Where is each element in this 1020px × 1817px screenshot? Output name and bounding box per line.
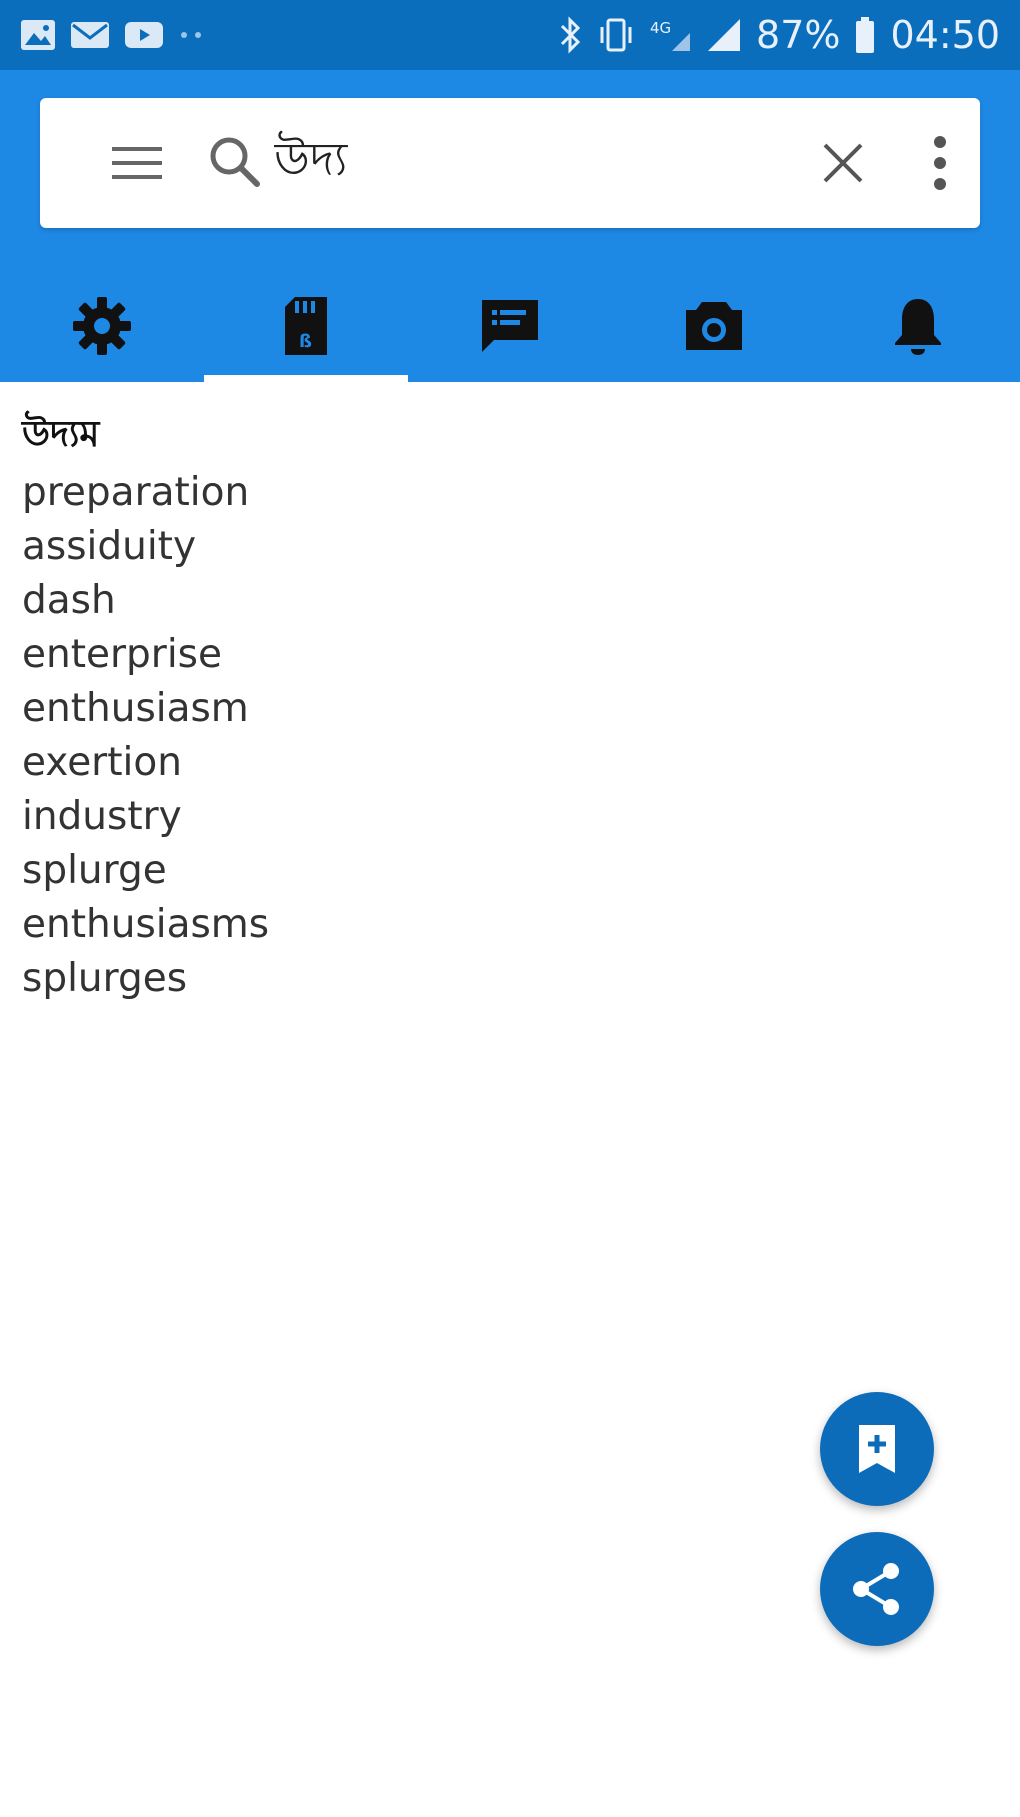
battery-icon bbox=[854, 16, 876, 54]
hamburger-menu-icon bbox=[112, 147, 162, 179]
tab-notifications[interactable] bbox=[816, 270, 1020, 382]
bluetooth-icon bbox=[558, 15, 584, 55]
search-bar bbox=[40, 98, 980, 228]
list-item[interactable]: dash bbox=[22, 574, 982, 628]
status-left-icons bbox=[20, 14, 206, 56]
signal-bars-icon bbox=[706, 15, 742, 55]
notification-bell-icon bbox=[895, 299, 941, 355]
more-notifications-icon bbox=[178, 29, 206, 41]
result-heading: উদ্যম bbox=[22, 414, 100, 455]
camera-icon bbox=[686, 302, 742, 350]
list-item[interactable]: enthusiasms bbox=[22, 898, 982, 952]
tab-settings[interactable] bbox=[0, 270, 204, 382]
list-item[interactable]: splurges bbox=[22, 952, 982, 1006]
tab-bar: ß bbox=[0, 270, 1020, 382]
gallery-icon bbox=[20, 19, 56, 51]
share-icon bbox=[853, 1563, 899, 1615]
signal-4g-icon: 4G bbox=[648, 15, 692, 55]
search-input[interactable] bbox=[266, 120, 794, 206]
settings-icon bbox=[73, 297, 131, 355]
bookmark-add-icon bbox=[859, 1425, 895, 1473]
app-screen: 4G 87% 04:50 উদ্য ß উদ্যম preparation as… bbox=[0, 0, 1020, 1817]
chat-icon bbox=[482, 300, 538, 352]
translation-list: preparation assiduity dash enterprise en… bbox=[22, 466, 982, 1006]
list-item[interactable]: splurge bbox=[22, 844, 982, 898]
more-vertical-icon bbox=[934, 136, 946, 190]
list-item[interactable]: enthusiasm bbox=[22, 682, 982, 736]
status-right-icons: 4G 87% 04:50 bbox=[558, 10, 1000, 60]
vibrate-icon bbox=[598, 15, 634, 55]
youtube-icon bbox=[124, 20, 164, 50]
clock: 04:50 bbox=[890, 13, 1000, 57]
share-button[interactable] bbox=[820, 1532, 934, 1646]
svg-text:ß: ß bbox=[299, 331, 312, 352]
sd-card-icon: ß bbox=[285, 297, 327, 355]
tab-chat[interactable] bbox=[408, 270, 612, 382]
close-icon bbox=[823, 143, 863, 183]
menu-button[interactable] bbox=[102, 128, 172, 198]
status-bar: 4G 87% 04:50 bbox=[0, 0, 1020, 70]
battery-percentage: 87% bbox=[756, 13, 841, 57]
list-item[interactable]: assiduity bbox=[22, 520, 982, 574]
bookmark-button[interactable] bbox=[820, 1392, 934, 1506]
clear-search-button[interactable] bbox=[808, 128, 878, 198]
app-header: ß bbox=[0, 70, 1020, 382]
list-item[interactable]: enterprise bbox=[22, 628, 982, 682]
list-item[interactable]: exertion bbox=[22, 736, 982, 790]
search-icon bbox=[210, 137, 260, 187]
tab-sd-card[interactable]: ß bbox=[204, 270, 408, 382]
search-results: উদ্যম preparation assiduity dash enterpr… bbox=[22, 408, 982, 1006]
email-icon bbox=[70, 19, 110, 51]
list-item[interactable]: industry bbox=[22, 790, 982, 844]
svg-text:4G: 4G bbox=[650, 19, 671, 37]
overflow-menu-button[interactable] bbox=[912, 128, 968, 198]
tab-camera[interactable] bbox=[612, 270, 816, 382]
list-item[interactable]: preparation bbox=[22, 466, 982, 520]
